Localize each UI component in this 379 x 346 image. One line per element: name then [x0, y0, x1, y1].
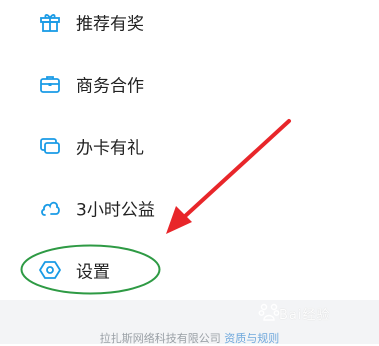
watermark: Bai经验: [279, 308, 331, 323]
red-arrow-annotation: [166, 119, 291, 234]
company-name: 拉扎斯网络科技有限公司: [99, 332, 221, 345]
qualification-rules-link[interactable]: 资质与规则: [224, 332, 279, 345]
baidu-paw-icon: [258, 303, 280, 321]
